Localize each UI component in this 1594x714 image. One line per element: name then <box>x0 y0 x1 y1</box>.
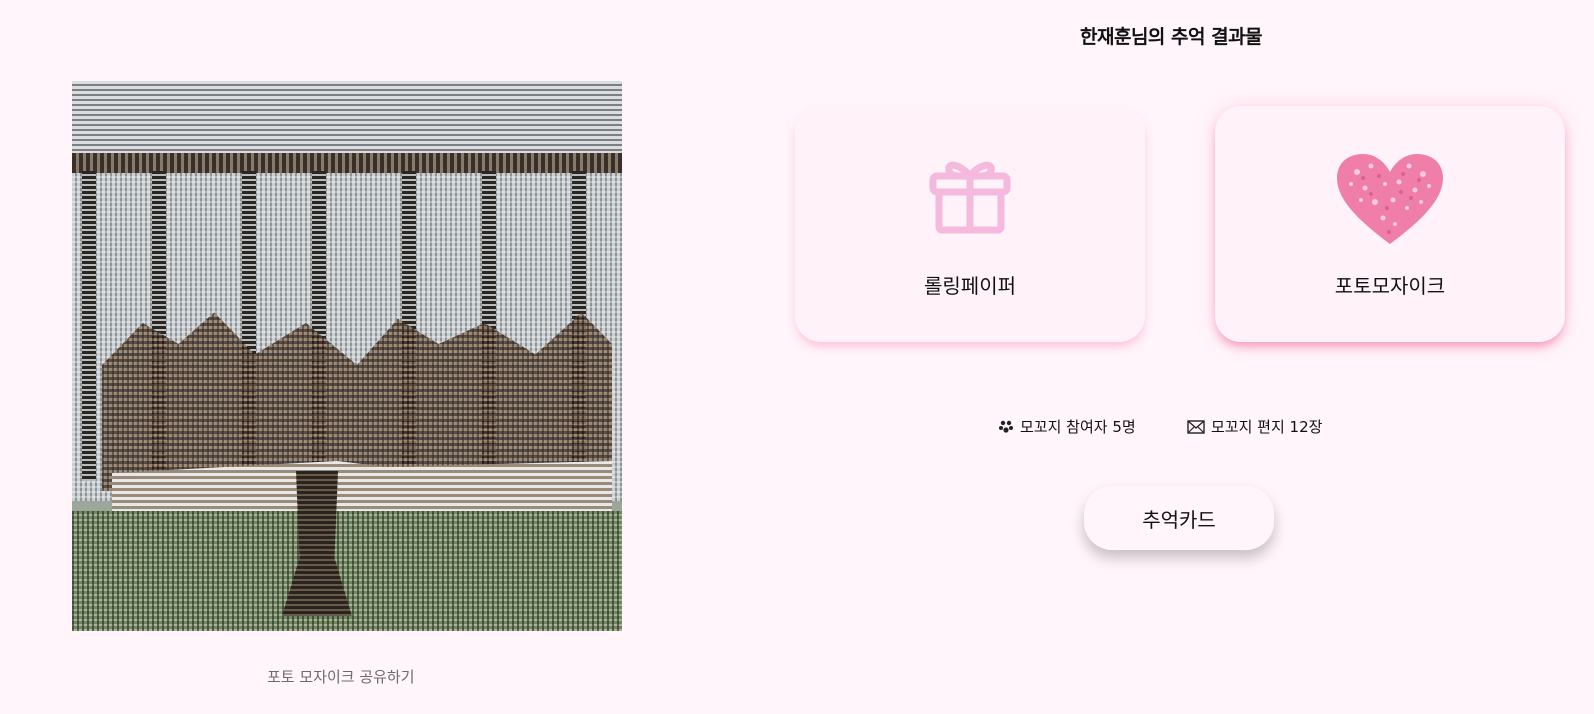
letters-count: 모꼬지 편지 12장 <box>1187 416 1322 437</box>
envelope-icon <box>1187 419 1205 434</box>
heart-mosaic-icon <box>1337 154 1443 244</box>
people-icon <box>999 420 1013 433</box>
participants-count: 모꼬지 참여자 5명 <box>998 416 1136 437</box>
photo-mosaic-label: 포토모자이크 <box>1334 274 1446 298</box>
rolling-paper-label: 롤링페이퍼 <box>924 274 1016 298</box>
memory-card-button[interactable]: 추억카드 <box>1084 486 1274 550</box>
photo-mosaic-card[interactable]: 포토모자이크 <box>1215 106 1565 342</box>
letters-label: 모꼬지 편지 12장 <box>1211 418 1323 436</box>
photo-mosaic-image <box>72 81 622 631</box>
share-mosaic-link[interactable]: 포토 모자이크 공유하기 <box>267 666 415 687</box>
page-title: 한재훈님의 추억 결과물 <box>1080 26 1263 48</box>
participants-label: 모꼬지 참여자 5명 <box>1020 418 1136 436</box>
gift-icon <box>929 161 1011 234</box>
rolling-paper-card[interactable]: 롤링페이퍼 <box>795 106 1145 342</box>
